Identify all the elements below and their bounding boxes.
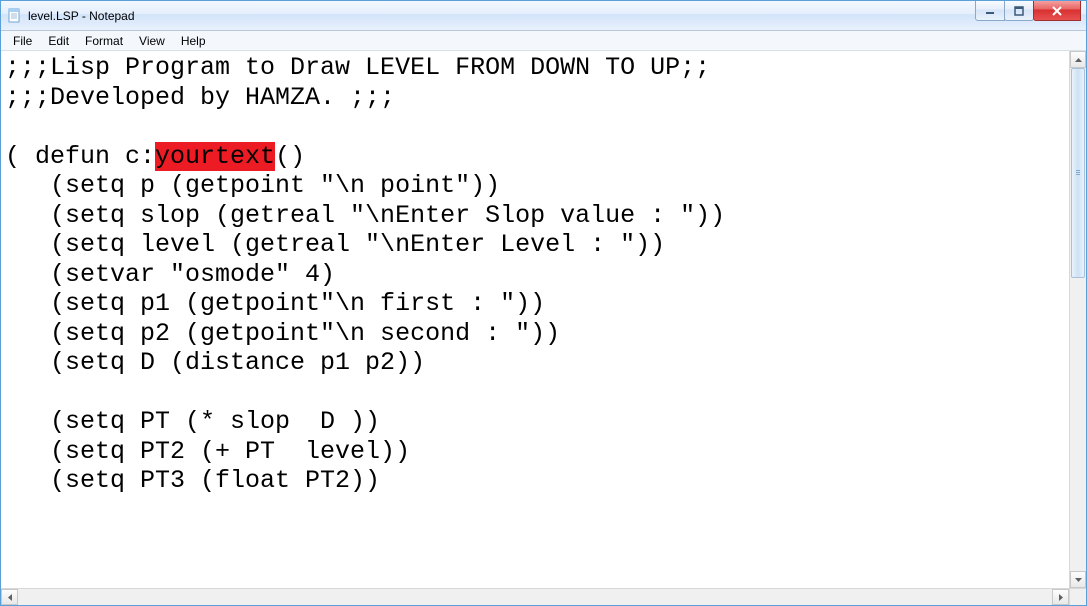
menu-help[interactable]: Help bbox=[173, 32, 214, 50]
highlighted-text: yourtext bbox=[155, 142, 275, 171]
code-line: (setvar "osmode" 4) bbox=[5, 260, 335, 289]
scroll-down-button[interactable] bbox=[1070, 571, 1086, 588]
chevron-right-icon bbox=[1059, 594, 1063, 601]
window-title: level.LSP - Notepad bbox=[28, 9, 135, 23]
code-line: (setq PT (* slop D )) bbox=[5, 407, 380, 436]
chevron-up-icon bbox=[1075, 58, 1082, 62]
code-line: (setq slop (getreal "\nEnter Slop value … bbox=[5, 201, 725, 230]
close-icon bbox=[1051, 6, 1063, 16]
chevron-left-icon bbox=[8, 594, 12, 601]
menu-edit[interactable]: Edit bbox=[40, 32, 77, 50]
menu-format[interactable]: Format bbox=[77, 32, 131, 50]
window-controls bbox=[976, 1, 1086, 21]
content-area: ;;;Lisp Program to Draw LEVEL FROM DOWN … bbox=[1, 51, 1086, 588]
titlebar[interactable]: level.LSP - Notepad bbox=[1, 1, 1086, 31]
menubar: File Edit Format View Help bbox=[1, 31, 1086, 51]
code-line: (setq p2 (getpoint"\n second : ")) bbox=[5, 319, 560, 348]
scroll-left-button[interactable] bbox=[1, 589, 18, 605]
scroll-track[interactable] bbox=[1070, 68, 1086, 571]
code-line: (setq PT3 (float PT2)) bbox=[5, 466, 380, 495]
code-line: (setq D (distance p1 p2)) bbox=[5, 348, 425, 377]
chevron-down-icon bbox=[1075, 578, 1082, 582]
notepad-icon bbox=[7, 8, 23, 24]
horizontal-scrollbar[interactable] bbox=[1, 588, 1069, 605]
code-line: (setq p (getpoint "\n point")) bbox=[5, 171, 500, 200]
bottom-scroll-row bbox=[1, 588, 1086, 605]
minimize-icon bbox=[985, 6, 995, 16]
code-line: ;;;Developed by HAMZA. ;;; bbox=[5, 83, 395, 112]
code-line: (setq PT2 (+ PT level)) bbox=[5, 437, 410, 466]
minimize-button[interactable] bbox=[975, 1, 1005, 21]
vertical-scrollbar[interactable] bbox=[1069, 51, 1086, 588]
code-line: ;;;Lisp Program to Draw LEVEL FROM DOWN … bbox=[5, 53, 710, 82]
code-line-part: ( defun c: bbox=[5, 142, 155, 171]
menu-view[interactable]: View bbox=[131, 32, 173, 50]
code-line: (setq p1 (getpoint"\n first : ")) bbox=[5, 289, 545, 318]
text-editor[interactable]: ;;;Lisp Program to Draw LEVEL FROM DOWN … bbox=[1, 51, 1069, 588]
scroll-thumb[interactable] bbox=[1071, 68, 1085, 278]
code-line: (setq level (getreal "\nEnter Level : ")… bbox=[5, 230, 665, 259]
notepad-window: level.LSP - Notepad File Edit Format Vie… bbox=[0, 0, 1087, 606]
menu-file[interactable]: File bbox=[5, 32, 40, 50]
scroll-right-button[interactable] bbox=[1052, 589, 1069, 605]
maximize-icon bbox=[1014, 6, 1024, 16]
code-line-part: () bbox=[275, 142, 305, 171]
resize-grip[interactable] bbox=[1069, 588, 1086, 605]
scroll-up-button[interactable] bbox=[1070, 51, 1086, 68]
maximize-button[interactable] bbox=[1004, 1, 1034, 21]
close-button[interactable] bbox=[1033, 1, 1081, 21]
scroll-track-h[interactable] bbox=[18, 589, 1052, 605]
